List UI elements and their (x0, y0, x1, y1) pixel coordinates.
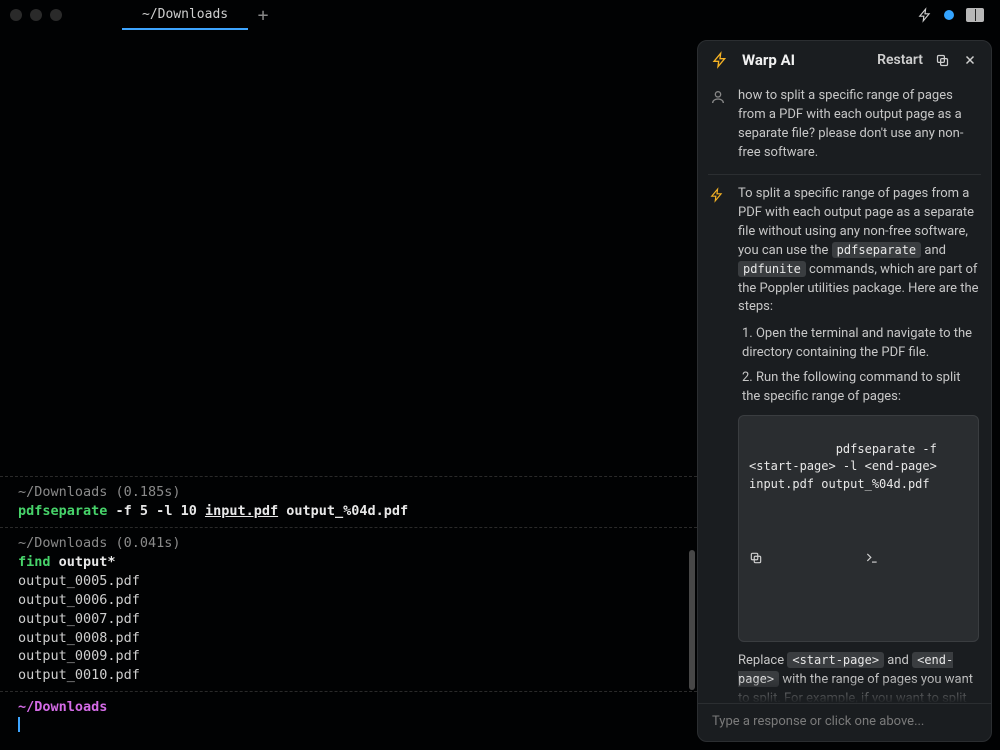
ai-panel: Warp AI Restart how to split a specific … (697, 40, 992, 742)
user-message-text: how to split a specific range of pages f… (738, 87, 979, 162)
command-line: find output* (18, 553, 679, 572)
command-block-1[interactable]: ~/Downloads (0.185s) pdfseparate -f 5 -l… (18, 483, 679, 521)
assistant-avatar-icon (710, 185, 728, 703)
command-line: pdfseparate -f 5 -l 10 input.pdf output_… (18, 502, 679, 521)
ai-input[interactable]: Type a response or click one above... (698, 703, 991, 741)
copy-icon[interactable] (933, 51, 951, 69)
assistant-intro: To split a specific range of pages from … (738, 185, 979, 317)
terminal-pane[interactable]: ~/Downloads (0.185s) pdfseparate -f 5 -l… (0, 30, 697, 750)
ai-conversation[interactable]: how to split a specific range of pages f… (698, 77, 991, 703)
new-tab-button[interactable]: + (248, 0, 278, 30)
cwd-prompt: ~/Downloads (18, 698, 679, 717)
scrollbar-thumb[interactable] (689, 550, 695, 690)
user-message: how to split a specific range of pages f… (708, 77, 981, 174)
code-inline: pdfunite (738, 261, 806, 277)
prompt-context: ~/Downloads (0.185s) (18, 483, 679, 502)
step-2: 2. Run the following command to split th… (742, 369, 979, 407)
cursor-icon (18, 717, 20, 732)
minimize-window-icon[interactable] (30, 9, 42, 21)
code-block[interactable]: pdfseparate -f <start-page> -l <end-page… (738, 415, 979, 642)
zoom-window-icon[interactable] (50, 9, 62, 21)
tab-downloads[interactable]: ~/Downloads (122, 0, 248, 30)
titlebar: ~/Downloads + (0, 0, 1000, 30)
output-line: output_0007.pdf (18, 610, 679, 629)
step-1: 1. Open the terminal and navigate to the… (742, 325, 979, 363)
close-icon[interactable] (961, 51, 979, 69)
ai-title: Warp AI (742, 51, 867, 69)
active-prompt[interactable]: ~/Downloads (18, 698, 679, 736)
bolt-icon (712, 51, 728, 69)
command-block-2[interactable]: ~/Downloads (0.041s) find output* output… (18, 534, 679, 685)
status-dot-icon (944, 10, 954, 20)
user-avatar-icon (710, 87, 728, 162)
prompt-context: ~/Downloads (0.041s) (18, 534, 679, 553)
restart-button[interactable]: Restart (877, 52, 923, 68)
window-controls[interactable] (10, 9, 62, 21)
output-line: output_0010.pdf (18, 666, 679, 685)
copy-code-icon[interactable] (749, 517, 854, 601)
output-line: output_0008.pdf (18, 629, 679, 648)
output-line: output_0005.pdf (18, 572, 679, 591)
ai-input-placeholder: Type a response or click one above... (712, 714, 924, 729)
output-line: output_0006.pdf (18, 591, 679, 610)
close-window-icon[interactable] (10, 9, 22, 21)
bolt-icon[interactable] (918, 7, 932, 23)
split-pane-icon[interactable] (966, 8, 984, 22)
run-code-icon[interactable] (864, 517, 969, 601)
output-line: output_0009.pdf (18, 647, 679, 666)
assistant-replace-text: Replace <start-page> and <end-page> with… (738, 652, 979, 703)
ai-header: Warp AI Restart (698, 41, 991, 77)
tab-label: ~/Downloads (142, 7, 228, 22)
assistant-message: To split a specific range of pages from … (708, 174, 981, 703)
code-block-text: pdfseparate -f <start-page> -l <end-page… (749, 442, 944, 491)
code-inline: pdfseparate (832, 242, 921, 258)
